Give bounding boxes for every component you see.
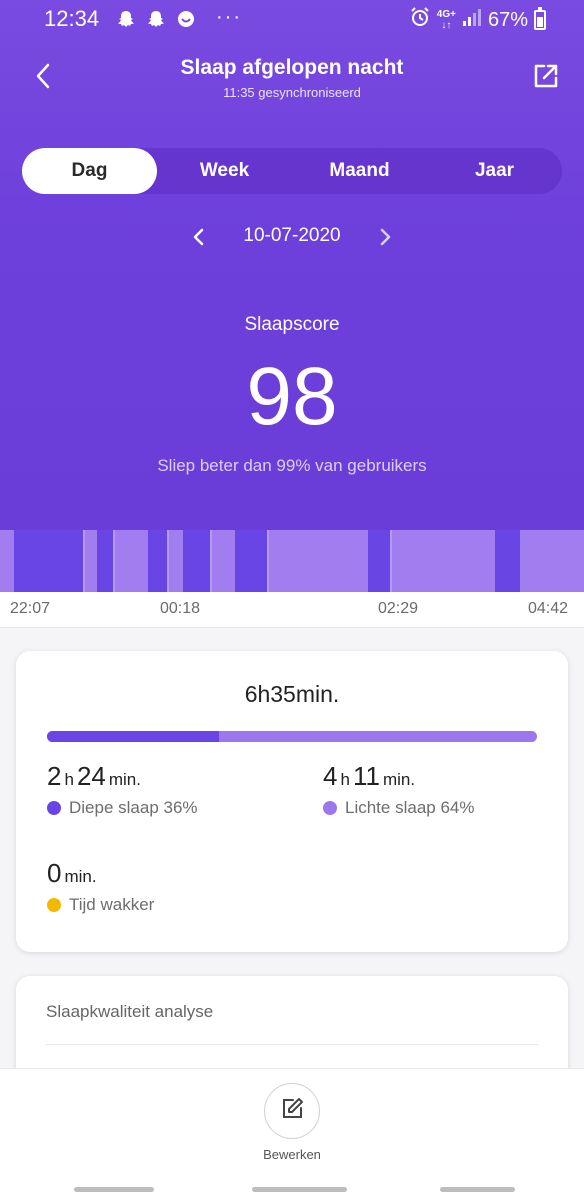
light-sleep-separator xyxy=(390,530,392,592)
tick-label: 00:18 xyxy=(160,600,201,617)
share-icon[interactable] xyxy=(530,60,562,92)
deep-sleep-segment xyxy=(495,530,520,592)
total-sleep-time: 6h35min. xyxy=(244,681,340,707)
nav-handle xyxy=(252,1187,347,1192)
awake-stat: 0 min. Tijd wakker xyxy=(47,858,155,914)
emoji-icon xyxy=(175,8,197,30)
deep-hours: 2 xyxy=(47,761,62,791)
tick-label: 04:42 xyxy=(528,600,569,617)
light-hours: 4 xyxy=(323,761,338,791)
deep-sleep-label: Diepe slaap 36% xyxy=(69,798,198,817)
awake-label: Tijd wakker xyxy=(69,895,155,914)
sleep-summary-card: 6h35min. 2 h 24 min. Diepe slaap 36% 4 h 11 mi… xyxy=(16,651,568,952)
alarm-icon xyxy=(409,6,431,34)
header: 12:34 ··· 4G+ ↓↑ 67% Slaap afgelopen nac… xyxy=(0,0,584,530)
deep-sleep-segment xyxy=(148,530,167,592)
status-bar: 12:34 ··· 4G+ ↓↑ 67% xyxy=(0,0,584,40)
awake-dot xyxy=(47,898,61,912)
nav-handle xyxy=(74,1187,154,1192)
chevron-right-icon[interactable] xyxy=(374,225,396,249)
light-sleep-separator xyxy=(210,530,212,592)
sleep-ratio-bar xyxy=(47,731,537,742)
edit-label: Bewerken xyxy=(263,1147,321,1162)
date-selector: 10-07-2020 xyxy=(0,222,584,252)
page-title: Slaap afgelopen nacht xyxy=(180,56,404,79)
current-date: 10-07-2020 xyxy=(243,225,341,246)
system-icons: 4G+ ↓↑ 67% xyxy=(409,6,546,34)
timeline-axis: 22:07 00:18 02:29 04:42 xyxy=(0,592,584,628)
bottom-bar: Bewerken xyxy=(0,1068,584,1200)
sleep-timeline[interactable] xyxy=(0,530,584,592)
light-sleep-separator xyxy=(167,530,169,592)
status-time: 12:34 xyxy=(44,6,100,31)
notification-icons xyxy=(115,8,197,30)
light-sleep-label: Lichte slaap 64% xyxy=(345,798,475,817)
snapchat-icon xyxy=(145,8,167,30)
tick-label: 22:07 xyxy=(10,600,51,617)
sleep-score-value: 98 xyxy=(246,351,338,442)
tick-label: 02:29 xyxy=(378,600,419,617)
tab-week[interactable]: Week xyxy=(157,148,292,194)
tab-dag[interactable]: Dag xyxy=(22,148,157,194)
light-sleep-separator xyxy=(113,530,115,592)
deep-sleep-segment xyxy=(183,530,210,592)
sleep-score-label: Slaapscore xyxy=(244,314,340,335)
deep-sleep-dot xyxy=(47,801,61,815)
deep-sleep-segment xyxy=(368,530,390,592)
light-minutes: 11 xyxy=(352,761,380,791)
edit-icon xyxy=(280,1097,304,1126)
light-sleep-dot xyxy=(323,801,337,815)
sleep-score-description: Sliep beter dan 99% van gebruikers xyxy=(157,456,427,475)
light-sleep-separator xyxy=(83,530,85,592)
light-sleep-separator xyxy=(267,530,269,592)
tab-jaar[interactable]: Jaar xyxy=(427,148,562,194)
awake-minutes: 0 xyxy=(47,858,62,888)
period-tabs: Dag Week Maand Jaar xyxy=(22,148,562,194)
deep-minutes: 24 xyxy=(76,761,106,791)
deep-sleep-segment xyxy=(235,530,267,592)
nav-handle xyxy=(440,1187,515,1192)
battery-percent: 67% xyxy=(487,8,528,31)
light-sleep-stat: 4 h 11 min. Lichte slaap 64% xyxy=(323,761,475,817)
deep-sleep-stat: 2 h 24 min. Diepe slaap 36% xyxy=(47,761,198,817)
battery-icon xyxy=(534,7,546,30)
network-indicator: 4G+ ↓↑ xyxy=(436,9,456,31)
deep-sleep-fill xyxy=(47,731,219,742)
signal-icon xyxy=(462,8,482,32)
deep-sleep-segment xyxy=(14,530,83,592)
tab-maand[interactable]: Maand xyxy=(292,148,427,194)
sync-status: 11:35 gesynchroniseerd xyxy=(223,85,361,100)
edit-button[interactable] xyxy=(264,1083,320,1139)
more-notifications-icon: ··· xyxy=(216,6,242,28)
snapchat-icon xyxy=(115,8,137,30)
divider xyxy=(46,1044,538,1045)
analysis-title: Slaapkwaliteit analyse xyxy=(46,1002,214,1021)
deep-sleep-segment xyxy=(97,530,113,592)
